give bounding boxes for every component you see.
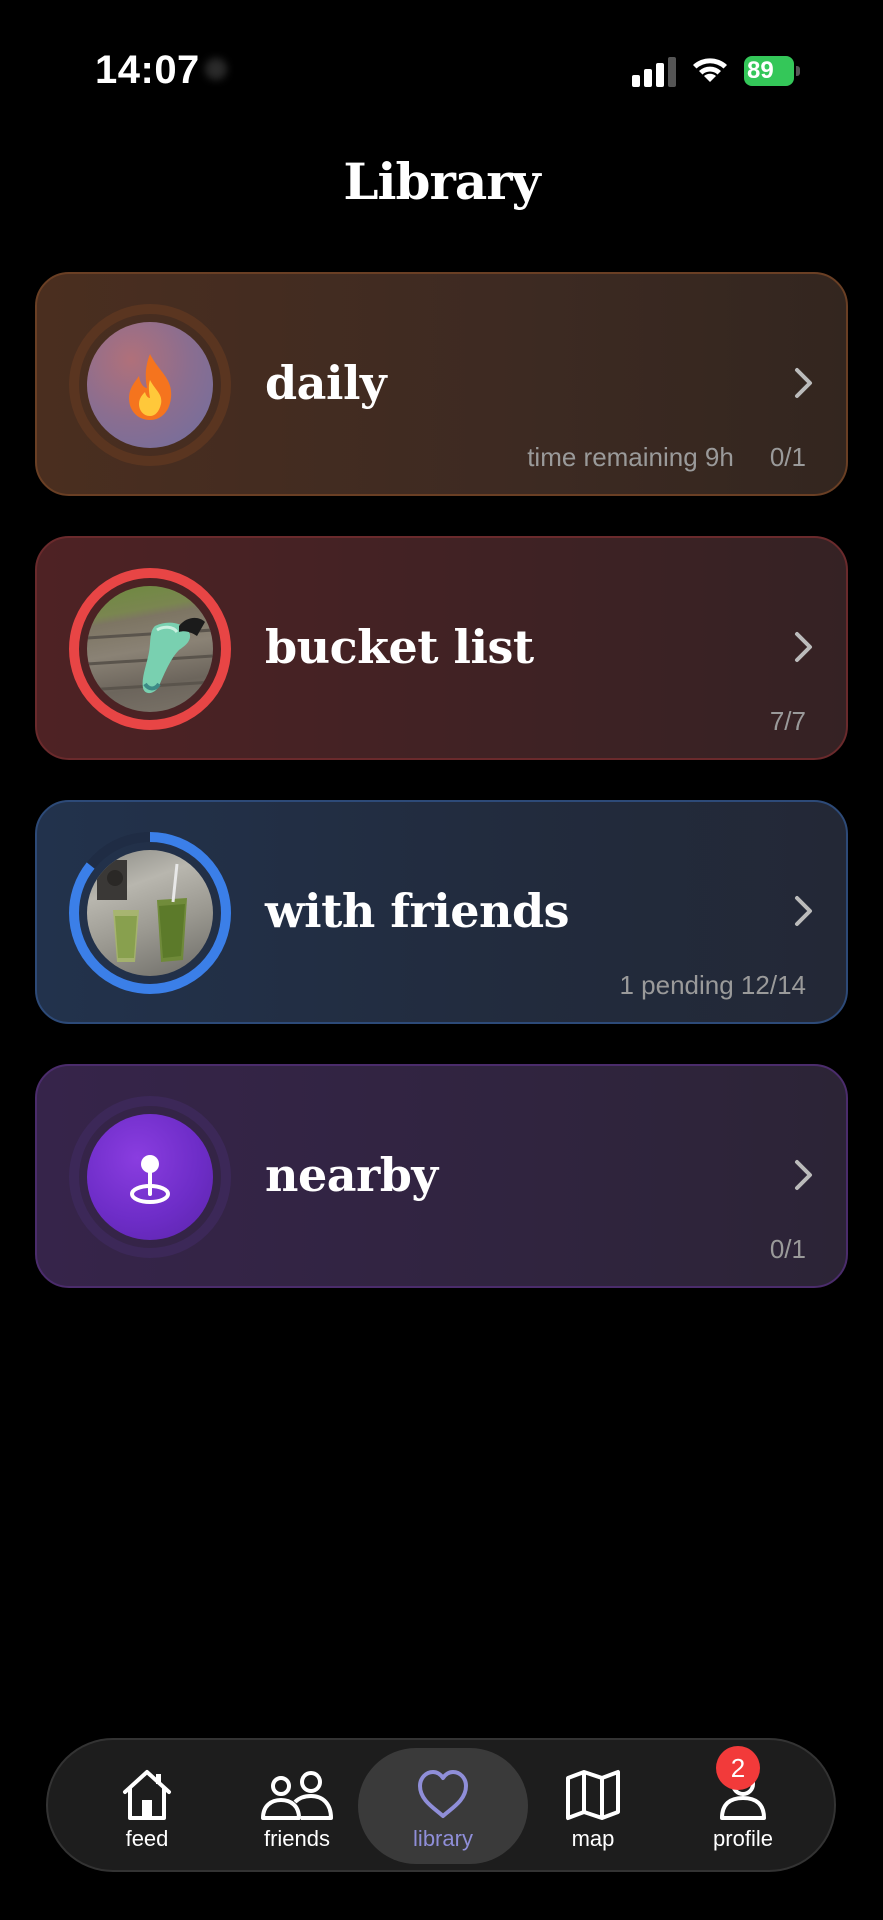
card-title: bucket list bbox=[265, 620, 534, 674]
tab-feed[interactable]: feed bbox=[72, 1740, 222, 1870]
progress-ring bbox=[67, 302, 233, 468]
card-meta: time remaining 9h 0/1 bbox=[527, 442, 806, 473]
card-title: nearby bbox=[265, 1148, 438, 1202]
tab-label: library bbox=[413, 1826, 473, 1851]
library-card-bucket-list[interactable]: bucket list 7/7 bbox=[35, 536, 848, 760]
battery-level: 89 bbox=[747, 57, 774, 84]
progress-ring bbox=[67, 566, 233, 732]
fire-icon bbox=[87, 322, 213, 448]
progress-count: 0/1 bbox=[769, 1234, 806, 1264]
library-card-nearby[interactable]: nearby 0/1 bbox=[35, 1064, 848, 1288]
photo-thumbnail-shoe bbox=[87, 586, 213, 712]
card-title: with friends bbox=[265, 884, 570, 938]
progress-ring bbox=[67, 1094, 233, 1260]
chevron-right-icon bbox=[792, 630, 816, 664]
tab-map[interactable]: map bbox=[518, 1740, 668, 1870]
signal-icon bbox=[632, 55, 676, 87]
tab-library[interactable]: library bbox=[368, 1740, 518, 1870]
status-indicator-dot bbox=[205, 58, 227, 80]
time-remaining: time remaining 9h bbox=[527, 442, 734, 472]
library-card-with-friends[interactable]: with friends 1 pending 12/14 bbox=[35, 800, 848, 1024]
card-meta: 0/1 bbox=[770, 1234, 806, 1265]
page-title: Library bbox=[343, 152, 540, 211]
tab-label: profile bbox=[713, 1826, 773, 1851]
card-title: daily bbox=[265, 356, 387, 410]
tab-label: map bbox=[571, 1826, 615, 1851]
library-card-daily[interactable]: daily time remaining 9h 0/1 bbox=[35, 272, 848, 496]
tab-friends[interactable]: friends bbox=[222, 1740, 372, 1870]
notification-badge: 2 bbox=[716, 1746, 760, 1790]
status-bar: 14:07 89 bbox=[0, 0, 883, 140]
progress-ring bbox=[67, 830, 233, 996]
photo-thumbnail-drinks bbox=[87, 850, 213, 976]
tab-label: friends bbox=[263, 1826, 331, 1851]
chevron-right-icon bbox=[792, 366, 816, 400]
card-meta: 1 pending 12/14 bbox=[619, 970, 806, 1001]
progress-count: 0/1 bbox=[769, 442, 806, 472]
card-meta: 7/7 bbox=[770, 706, 806, 737]
map-icon bbox=[562, 1768, 624, 1822]
friends-icon bbox=[259, 1768, 335, 1822]
status-time: 14:07 bbox=[95, 48, 200, 92]
chevron-right-icon bbox=[792, 1158, 816, 1192]
chevron-right-icon bbox=[792, 894, 816, 928]
location-pin-icon bbox=[87, 1114, 213, 1240]
tab-label: feed bbox=[125, 1826, 169, 1851]
progress-count: 7/7 bbox=[769, 706, 806, 736]
battery-charging-icon: 89 bbox=[744, 56, 800, 86]
home-icon bbox=[116, 1768, 178, 1822]
wifi-icon bbox=[690, 54, 730, 86]
progress-count: 1 pending 12/14 bbox=[619, 970, 806, 1000]
heart-icon bbox=[412, 1768, 474, 1822]
